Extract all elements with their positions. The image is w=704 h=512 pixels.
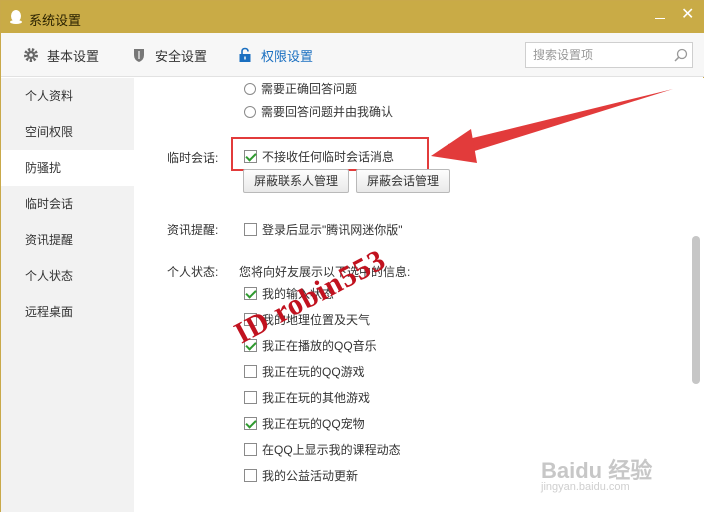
settings-window: 系统设置 ✕ 基本设置 安全设置 权限设置 搜索设置项 个人资料 空间权限 防骚…	[0, 0, 704, 512]
baidu-jingyan-url: jingyan.baidu.com	[541, 481, 630, 493]
